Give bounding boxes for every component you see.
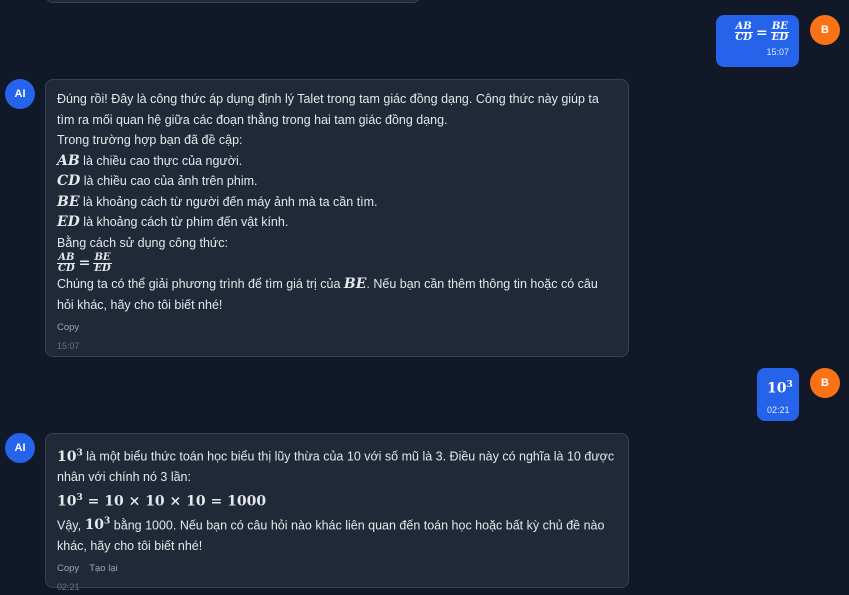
message-text: Trong trường hợp bạn đã đề cập: <box>57 133 243 147</box>
power-base: 10 <box>84 517 105 534</box>
user-message-bubble: 103 02:21 <box>757 368 799 421</box>
regenerate-button[interactable]: Tạo lại <box>89 563 118 574</box>
copy-button[interactable]: Copy <box>57 563 79 574</box>
math-variable: BE <box>57 193 80 210</box>
fraction-rhs: BE ED <box>93 253 112 274</box>
user-avatar: B <box>810 15 840 45</box>
fraction-lhs: AB CD <box>57 253 76 274</box>
equation-rest: = 10 × 10 × 10 = 1000 <box>82 493 267 510</box>
message-timestamp: 15:07 <box>766 47 789 57</box>
message-text: 103 là một biểu thức toán học biểu thị l… <box>57 443 617 467</box>
text-segment: . Nếu bạn cần thêm thông tin hoặc có câu <box>366 277 598 291</box>
list-item: CD là chiều cao của ảnh trên phim. <box>57 171 617 192</box>
math-power: 103 <box>57 448 83 465</box>
message-text: khác, hãy cho tôi biết nhé! <box>57 538 203 553</box>
text-segment: bằng 1000. Nếu bạn có câu hỏi nào khác l… <box>110 518 605 533</box>
message-text: là khoảng cách từ người đến máy ảnh mà t… <box>79 194 378 209</box>
ai-message-bubble: 103 là một biểu thức toán học biểu thị l… <box>45 433 629 592</box>
message-text: nhân với chính nó 3 lần: <box>57 470 191 485</box>
message-formula: 103 <box>767 375 793 399</box>
text-segment: Chúng ta có thể giải phương trình để tìm… <box>57 277 344 291</box>
denominator: CD <box>58 263 75 274</box>
ai-avatar: AI <box>5 433 35 463</box>
message-text: Đúng rồi! Đây là công thức áp dụng định … <box>57 92 599 106</box>
user-avatar: B <box>810 368 840 398</box>
message-text: là khoảng cách từ phim đến vật kính. <box>79 215 289 229</box>
message-text: Bằng cách sử dụng công thức: <box>57 235 229 250</box>
denominator: CD <box>735 32 752 43</box>
ai-message-bubble: Đúng rồi! Đây là công thức áp dụng định … <box>45 79 629 357</box>
message-timestamp: 15:07 <box>57 341 80 351</box>
list-item: ED là khoảng cách từ phim đến vật kính. <box>57 212 617 233</box>
text-segment: là một biểu thức toán học biểu thị lũy t… <box>82 449 615 464</box>
text-segment: Vậy, <box>57 518 85 533</box>
list-item: AB là chiều cao thực của người. <box>57 151 617 172</box>
math-power: 103 <box>84 517 111 534</box>
power-base: 10 <box>57 448 77 465</box>
math-variable: AB <box>57 152 80 169</box>
copy-button[interactable]: Copy <box>57 322 79 333</box>
list-item: BE là khoảng cách từ người đến máy ảnh m… <box>57 192 617 213</box>
message-actions: Copy Tạo lại <box>57 562 617 576</box>
user-message-bubble: AB CD = BE ED 15:07 <box>716 15 799 67</box>
power-base: 10 <box>57 493 77 510</box>
fraction-rhs: BE ED <box>770 22 789 43</box>
message-text: là chiều cao của ảnh trên phim. <box>80 174 258 188</box>
message-actions: Copy <box>57 321 617 335</box>
message-text: Vậy, 103 bằng 1000. Nếu bạn có câu hỏi n… <box>57 512 617 536</box>
denominator: ED <box>94 263 111 274</box>
denominator: ED <box>771 32 788 43</box>
message-timestamp: 02:21 <box>767 404 790 415</box>
previous-message-bubble <box>45 0 421 3</box>
math-variable: ED <box>57 214 80 230</box>
message-formula: AB CD = BE ED <box>57 253 617 274</box>
message-text: tìm ra mối quan hệ giữa các đoạn thẳng t… <box>57 112 448 127</box>
message-formula: AB CD = BE ED <box>726 22 789 43</box>
math-variable: CD <box>57 173 81 189</box>
message-formula: 103 = 10 × 10 × 10 = 1000 <box>57 488 617 512</box>
fraction-lhs: AB CD <box>734 22 753 43</box>
ai-avatar: AI <box>5 79 35 109</box>
power-exponent: 3 <box>786 380 793 390</box>
message-text: là chiều cao thực của người. <box>79 153 243 168</box>
message-text: hỏi khác, hãy cho tôi biết nhé! <box>57 297 223 312</box>
message-text: Chúng ta có thể giải phương trình để tìm… <box>57 274 617 295</box>
equals-sign: = <box>78 255 91 272</box>
equals-sign: = <box>755 24 768 41</box>
power-base: 10 <box>767 380 787 397</box>
math-variable: BE <box>343 276 367 292</box>
message-timestamp: 02:21 <box>57 582 80 593</box>
